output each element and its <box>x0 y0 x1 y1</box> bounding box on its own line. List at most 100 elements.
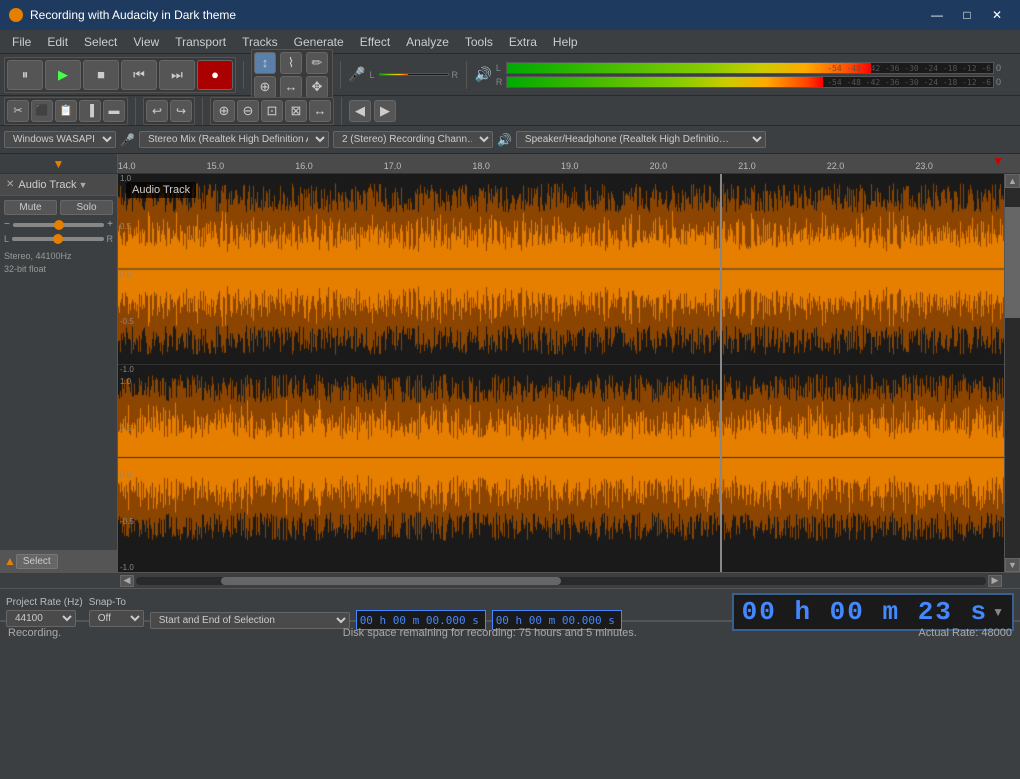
track-label-text: Audio Track <box>132 184 190 196</box>
record-button[interactable]: ● <box>197 60 233 90</box>
mute-solo-row: Mute Solo <box>4 200 113 215</box>
zoom-fit-button[interactable]: ⊡ <box>261 100 283 122</box>
menu-analyze[interactable]: Analyze <box>398 30 457 53</box>
hscroll-left-button[interactable]: ◀ <box>120 575 134 587</box>
stop-button[interactable]: ■ <box>83 60 119 90</box>
pan-row: L R <box>4 234 113 244</box>
track-close-button[interactable]: ✕ <box>4 179 16 190</box>
paste-button[interactable]: 📋 <box>55 100 77 122</box>
selection-tool-button[interactable]: ↕ <box>254 52 276 74</box>
timeline-scale[interactable]: 14.0 15.0 16.0 17.0 18.0 19.0 20.0 21.0 … <box>118 154 1004 173</box>
zoom-tool-button[interactable]: ⊕ <box>254 76 276 98</box>
cut-button[interactable]: ✂ <box>7 100 29 122</box>
snap-to-select[interactable]: Off <box>89 610 144 627</box>
pan-r-label: R <box>107 234 114 244</box>
pan-slider[interactable] <box>12 237 103 241</box>
menu-effect[interactable]: Effect <box>352 30 398 53</box>
pause-button[interactable]: ⏸ <box>7 60 43 90</box>
project-rate-select[interactable]: 44100 <box>6 610 76 627</box>
host-select[interactable]: Windows WASAPI <box>4 131 116 148</box>
status-diskspace: Disk space remaining for recording: 75 h… <box>77 627 902 639</box>
zoom-in-button[interactable]: ⊕ <box>213 100 235 122</box>
track-name: Audio Track <box>18 179 76 191</box>
vu-l-label: L <box>496 63 504 73</box>
gain-slider[interactable] <box>13 223 104 227</box>
channels-select[interactable]: 2 (Stereo) Recording Chann… <box>333 131 493 148</box>
vol-r-label: R <box>451 70 459 80</box>
input-device-select[interactable]: Stereo Mix (Realtek High Definition Audi… <box>139 131 329 148</box>
window-controls: — □ ✕ <box>922 2 1012 28</box>
track-dropdown-icon[interactable]: ▼ <box>78 180 87 190</box>
output-device-select[interactable]: Speaker/Headphone (Realtek High Definiti… <box>516 131 766 148</box>
project-rate-label: Project Rate (Hz) <box>6 597 83 608</box>
snap-to-label: Snap-To <box>89 597 144 608</box>
select-button[interactable]: Select <box>16 554 58 569</box>
zoom-sel-button[interactable]: ⊠ <box>285 100 307 122</box>
hscroll-right-button[interactable]: ▶ <box>988 575 1002 587</box>
silence-button[interactable]: ▬ <box>103 100 125 122</box>
skip-start-button[interactable]: ⏮ <box>121 60 157 90</box>
menu-tools[interactable]: Tools <box>457 30 501 53</box>
speaker-device-icon: 🔊 <box>497 133 512 147</box>
timer-dropdown-button[interactable]: ▼ <box>992 605 1004 619</box>
track-panel: ✕ Audio Track ▼ Mute Solo − + L <box>0 174 118 572</box>
status-recording: Recording. <box>8 627 61 639</box>
menu-view[interactable]: View <box>125 30 167 53</box>
menu-file[interactable]: File <box>4 30 39 53</box>
tracks-area: ✕ Audio Track ▼ Mute Solo − + L <box>0 174 1020 572</box>
menubar: File Edit Select View Transport Tracks G… <box>0 30 1020 54</box>
bottom-area: Project Rate (Hz) 44100 Snap-To Off Star… <box>0 588 1020 621</box>
snap-right-button[interactable]: ▶ <box>374 100 396 122</box>
menu-edit[interactable]: Edit <box>39 30 76 53</box>
minimize-button[interactable]: — <box>922 2 952 28</box>
multi-tool-button[interactable]: ✥ <box>306 76 328 98</box>
solo-button[interactable]: Solo <box>60 200 113 215</box>
skip-end-button[interactable]: ⏭ <box>159 60 195 90</box>
waveform-top-canvas <box>118 174 1004 364</box>
tick-22: 22.0 <box>827 161 845 171</box>
track-panel-spacer <box>0 277 117 550</box>
gain-row: − + <box>4 219 113 230</box>
vertical-scrollbar[interactable]: ▲ ▼ <box>1004 174 1020 572</box>
menu-select[interactable]: Select <box>76 30 125 53</box>
menu-transport[interactable]: Transport <box>167 30 234 53</box>
hscroll-thumb[interactable] <box>221 577 561 585</box>
gain-minus-button[interactable]: − <box>4 219 10 230</box>
speaker-icon: 🔊 <box>474 66 491 83</box>
trim-button[interactable]: ▐ <box>79 100 101 122</box>
envelope-tool-button[interactable]: ⌇ <box>280 52 302 74</box>
selection-toolbar: Project Rate (Hz) 44100 Snap-To Off Star… <box>0 589 1020 621</box>
track-info: Stereo, 44100Hz 32-bit float <box>0 248 117 277</box>
vscroll-track[interactable] <box>1005 188 1020 558</box>
time-start-group <box>356 594 486 630</box>
zoom-out-button[interactable]: ⊖ <box>237 100 259 122</box>
zoom-full-button[interactable]: ↔ <box>309 100 331 122</box>
waveform-area[interactable]: Audio Track 1.0 0.5 0.0 -0.5 -1.0 1.0 0.… <box>118 174 1004 572</box>
play-button[interactable]: ▶ <box>45 60 81 90</box>
tools-toolbar: ↕ ⌇ ✏ ⊕ ↔ ✥ <box>251 49 333 101</box>
copy-button[interactable]: ⬛ <box>31 100 53 122</box>
timer-display: 00 h 00 m 23 s <box>742 597 988 627</box>
vscroll-down-button[interactable]: ▼ <box>1005 558 1020 572</box>
timeline-ruler: ▼ 14.0 15.0 16.0 17.0 18.0 19.0 20.0 21.… <box>0 154 1020 174</box>
menu-extra[interactable]: Extra <box>501 30 545 53</box>
maximize-button[interactable]: □ <box>952 2 982 28</box>
menu-help[interactable]: Help <box>545 30 586 53</box>
horizontal-scrollbar[interactable]: ◀ ▶ <box>0 572 1020 588</box>
gain-plus-button[interactable]: + <box>107 219 113 230</box>
timeshift-tool-button[interactable]: ↔ <box>280 76 302 98</box>
device-toolbar: Windows WASAPI 🎤 Stereo Mix (Realtek Hig… <box>0 126 1020 154</box>
track-expand-button[interactable]: ▲ <box>4 554 16 568</box>
timeline-placeholder: ▼ <box>53 157 65 171</box>
vscroll-thumb[interactable] <box>1005 207 1020 318</box>
undo-button[interactable]: ↩ <box>146 100 168 122</box>
vscroll-up-button[interactable]: ▲ <box>1005 174 1020 188</box>
mute-button[interactable]: Mute <box>4 200 57 215</box>
redo-button[interactable]: ↪ <box>170 100 192 122</box>
hscroll-track[interactable] <box>136 577 986 585</box>
timer-display-group: 00 h 00 m 23 s ▼ <box>732 593 1014 631</box>
close-button[interactable]: ✕ <box>982 2 1012 28</box>
draw-tool-button[interactable]: ✏ <box>306 52 328 74</box>
vol-l-label: L <box>369 70 377 80</box>
snap-left-button[interactable]: ◀ <box>349 100 371 122</box>
